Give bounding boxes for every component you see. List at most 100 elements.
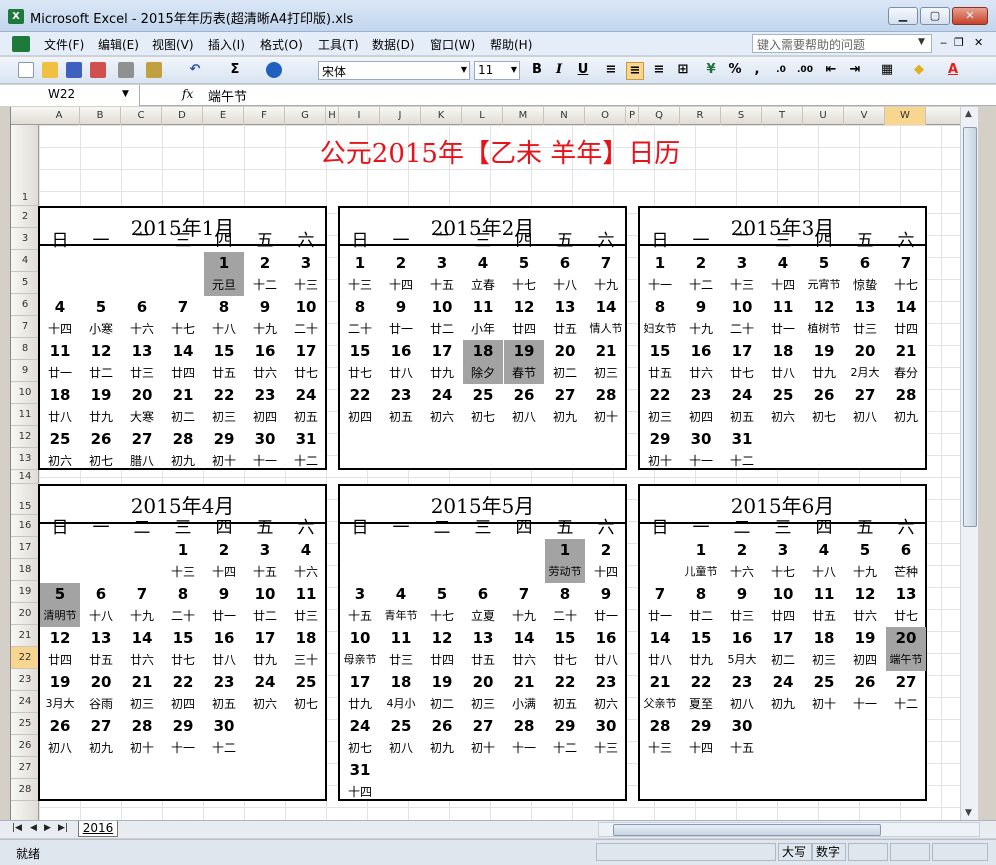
day-cell[interactable]: 21 初二 xyxy=(163,384,203,428)
day-cell[interactable]: 9 廿三 xyxy=(722,583,762,627)
day-cell[interactable]: 9 廿一 xyxy=(204,583,244,627)
day-cell[interactable]: 8 二十 xyxy=(163,583,203,627)
day-cell[interactable]: 9 廿一 xyxy=(586,583,626,627)
day-cell[interactable]: 4 十四 xyxy=(40,296,80,340)
percent-button[interactable]: % xyxy=(726,62,744,78)
day-cell[interactable]: 9 十九 xyxy=(245,296,285,340)
row-header-7[interactable]: 7 xyxy=(11,316,39,338)
day-cell[interactable]: 7 十九 xyxy=(504,583,544,627)
day-cell[interactable]: 8 十八 xyxy=(204,296,244,340)
day-cell[interactable]: 1 劳动节 xyxy=(545,539,585,583)
day-cell[interactable]: 15 廿五 xyxy=(204,340,244,384)
day-cell[interactable]: 14 廿八 xyxy=(640,627,680,671)
day-cell[interactable]: 3 十五 xyxy=(245,539,285,583)
day-cell[interactable]: 13 廿五 xyxy=(463,627,503,671)
column-header-D[interactable]: D xyxy=(162,107,203,125)
day-cell[interactable]: 28 十一 xyxy=(504,715,544,759)
scroll-up-icon[interactable]: ▲ xyxy=(965,109,972,119)
day-cell[interactable]: 29 十四 xyxy=(681,715,721,759)
menu-tools[interactable]: 工具(T) xyxy=(318,36,359,53)
decrease-decimal-icon[interactable]: .00 xyxy=(796,62,814,78)
day-cell[interactable]: 11 廿一 xyxy=(40,340,80,384)
day-cell[interactable]: 12 廿六 xyxy=(845,583,885,627)
day-cell[interactable]: 18 三十 xyxy=(286,627,326,671)
day-cell[interactable]: 10 廿四 xyxy=(763,583,803,627)
day-cell[interactable]: 11 廿三 xyxy=(381,627,421,671)
day-cell[interactable]: 13 廿三 xyxy=(122,340,162,384)
day-cell[interactable]: 7 廿一 xyxy=(640,583,680,627)
day-cell[interactable]: 5 小寒 xyxy=(81,296,121,340)
day-cell[interactable]: 12 廿四 xyxy=(422,627,462,671)
day-cell[interactable]: 21 初三 xyxy=(122,671,162,715)
day-cell[interactable]: 30 十五 xyxy=(722,715,762,759)
row-header-18[interactable]: 18 xyxy=(11,559,39,581)
day-cell[interactable]: 25 初七 xyxy=(286,671,326,715)
day-cell[interactable]: 1 十一 xyxy=(640,252,680,296)
day-cell[interactable]: 29 十二 xyxy=(545,715,585,759)
row-header-13[interactable]: 13 xyxy=(11,448,39,470)
day-cell[interactable]: 25 初七 xyxy=(463,384,503,428)
day-cell[interactable]: 4 立春 xyxy=(463,252,503,296)
day-cell[interactable]: 23 初五 xyxy=(381,384,421,428)
row-header-14[interactable]: 14 xyxy=(11,470,39,484)
day-cell[interactable]: 22 夏至 xyxy=(681,671,721,715)
day-cell[interactable]: 4 十四 xyxy=(763,252,803,296)
align-left-icon[interactable]: ≡ xyxy=(602,62,620,78)
day-cell[interactable]: 22 初三 xyxy=(204,384,244,428)
new-icon[interactable] xyxy=(18,62,34,78)
column-header-B[interactable]: B xyxy=(80,107,121,125)
autosum-button[interactable]: Σ xyxy=(226,62,244,78)
day-cell[interactable]: 6 惊蛰 xyxy=(845,252,885,296)
day-cell[interactable]: 14 廿四 xyxy=(886,296,926,340)
help-search-input[interactable]: 键入需要帮助的问题 xyxy=(752,34,932,53)
day-cell[interactable]: 12 廿二 xyxy=(81,340,121,384)
day-cell[interactable]: 1 儿童节 xyxy=(681,539,721,583)
day-cell[interactable]: 15 廿七 xyxy=(545,627,585,671)
day-cell[interactable]: 4 十八 xyxy=(804,539,844,583)
day-cell[interactable]: 20 大寒 xyxy=(122,384,162,428)
day-cell[interactable]: 19 初二 xyxy=(422,671,462,715)
day-cell[interactable]: 18 廿八 xyxy=(40,384,80,428)
day-cell[interactable]: 9 十九 xyxy=(681,296,721,340)
comma-icon[interactable]: , xyxy=(748,62,766,78)
day-cell[interactable]: 7 十七 xyxy=(163,296,203,340)
day-cell[interactable]: 17 廿九 xyxy=(422,340,462,384)
day-cell[interactable]: 12 植树节 xyxy=(804,296,844,340)
day-cell[interactable]: 16 廿八 xyxy=(586,627,626,671)
row-header-15[interactable]: 15 xyxy=(11,484,39,515)
day-cell[interactable]: 15 廿九 xyxy=(681,627,721,671)
column-header-J[interactable]: J xyxy=(380,107,421,125)
day-cell[interactable]: 27 腊八 xyxy=(122,428,162,472)
day-cell[interactable]: 13 廿七 xyxy=(886,583,926,627)
row-header-11[interactable]: 11 xyxy=(11,404,39,426)
day-cell[interactable]: 13 廿三 xyxy=(845,296,885,340)
day-cell[interactable]: 28 初十 xyxy=(586,384,626,428)
row-header-19[interactable]: 19 xyxy=(11,581,39,603)
day-cell[interactable]: 21 初三 xyxy=(586,340,626,384)
fill-color-icon[interactable]: ◆ xyxy=(910,62,928,78)
day-cell[interactable]: 18 廿八 xyxy=(763,340,803,384)
day-cell[interactable]: 2 十四 xyxy=(381,252,421,296)
column-header-F[interactable]: F xyxy=(244,107,285,125)
column-header-R[interactable]: R xyxy=(680,107,721,125)
day-cell[interactable]: 24 初五 xyxy=(722,384,762,428)
day-cell[interactable]: 8 妇女节 xyxy=(640,296,680,340)
day-cell[interactable]: 31 十二 xyxy=(286,428,326,472)
day-cell[interactable]: 19 3月大 xyxy=(40,671,80,715)
day-cell[interactable]: 30 十一 xyxy=(681,428,721,472)
day-cell[interactable]: 16 廿八 xyxy=(204,627,244,671)
day-cell[interactable]: 4 青年节 xyxy=(381,583,421,627)
column-header-N[interactable]: N xyxy=(544,107,585,125)
menu-file[interactable]: 文件(F) xyxy=(44,36,84,53)
day-cell[interactable]: 26 初八 xyxy=(40,715,80,759)
day-cell[interactable]: 19 初四 xyxy=(845,627,885,671)
day-cell[interactable]: 2 十四 xyxy=(204,539,244,583)
day-cell[interactable]: 14 廿六 xyxy=(122,627,162,671)
day-cell[interactable]: 18 除夕 xyxy=(463,340,503,384)
day-cell[interactable]: 15 廿七 xyxy=(163,627,203,671)
day-cell[interactable]: 18 4月小 xyxy=(381,671,421,715)
day-cell[interactable]: 30 十二 xyxy=(204,715,244,759)
column-header-K[interactable]: K xyxy=(421,107,462,125)
day-cell[interactable]: 6 十八 xyxy=(545,252,585,296)
day-cell[interactable]: 15 廿七 xyxy=(340,340,380,384)
